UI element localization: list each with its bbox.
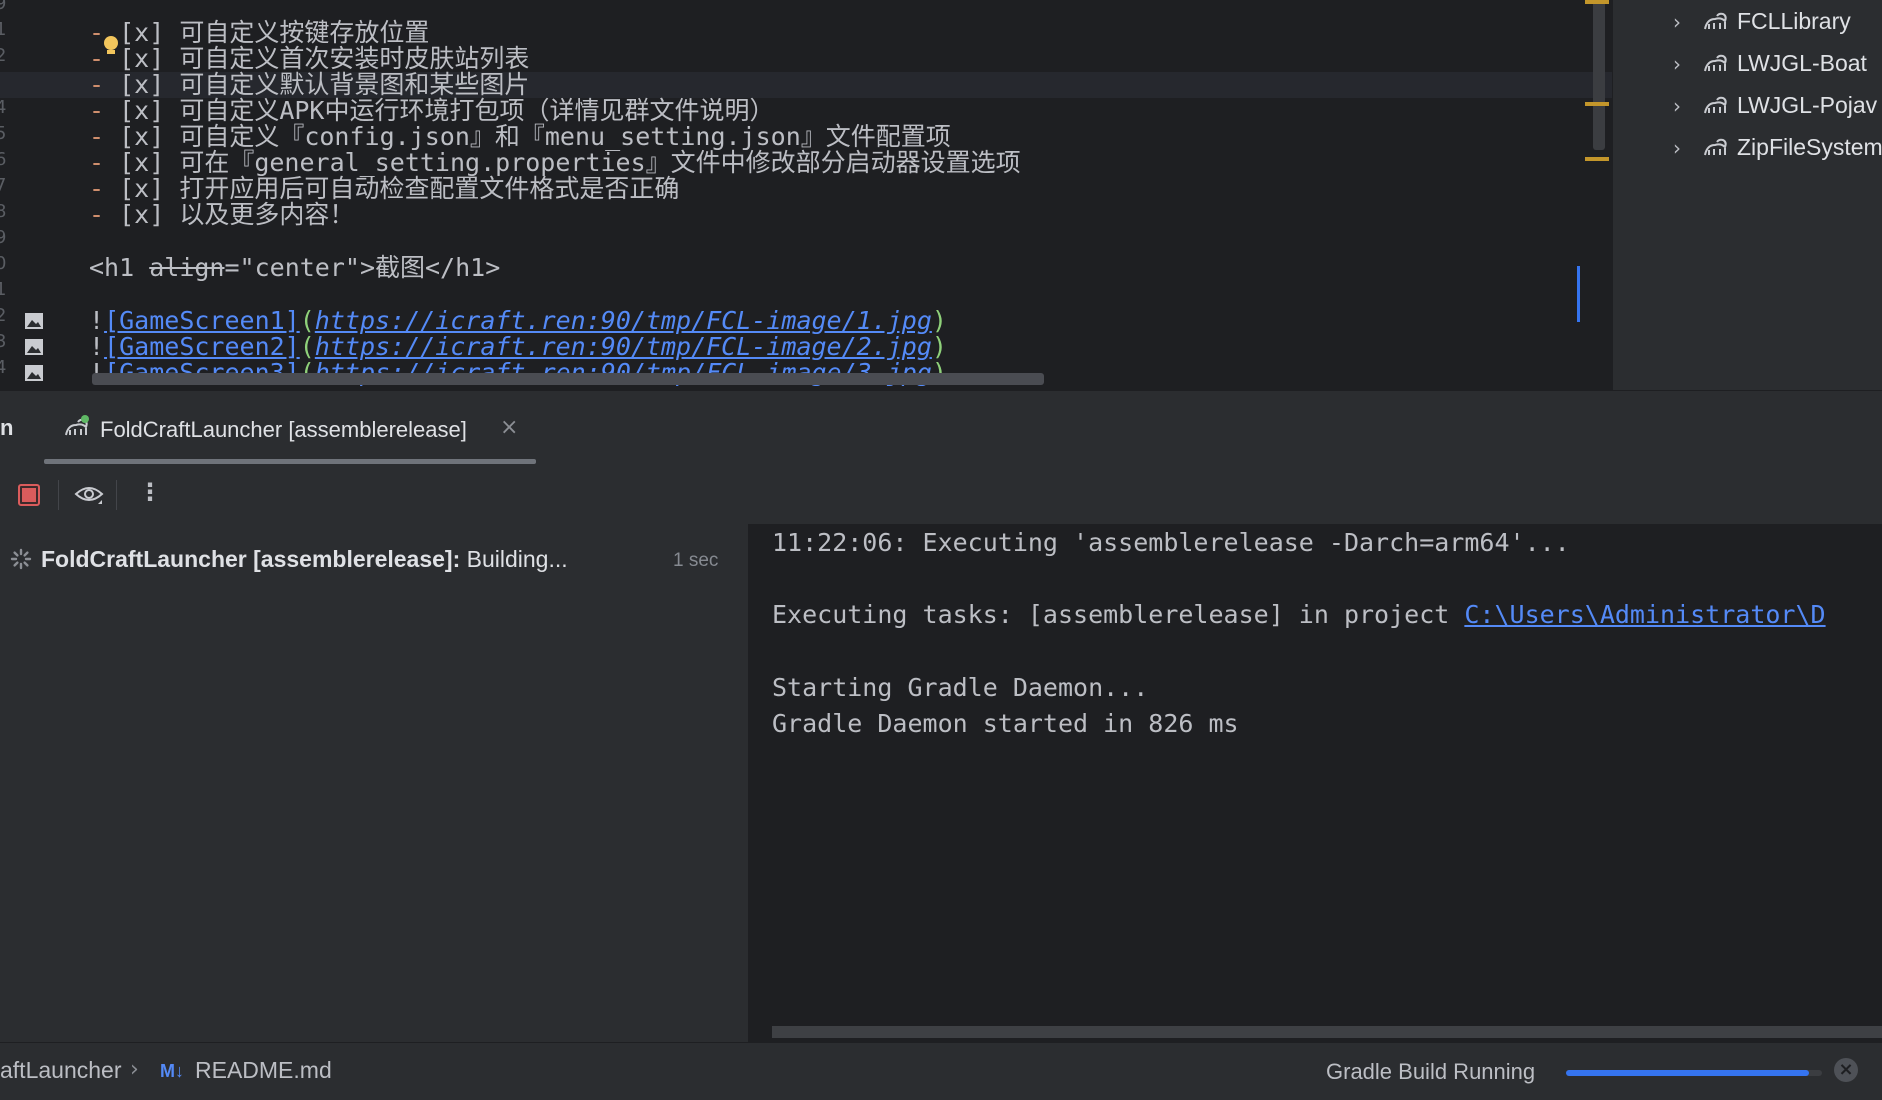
image-alt-link[interactable]: [GameScreen1] [104,306,300,335]
tree-item-label: LWJGL-Boat [1737,50,1867,76]
gradle-module-icon [1704,138,1727,156]
line-number: 2 [0,305,7,326]
line-number: 4 [0,357,7,378]
editor-gutter: 9 1 2 3 4 5 6 7 8 9 0 1 2 3 4 [0,0,80,390]
more-options-icon[interactable]: ⋮ [138,478,162,506]
code-editor[interactable]: 9 1 2 3 4 5 6 7 8 9 0 1 2 3 4 - [x] 可自定义… [0,0,1612,390]
gradle-run-icon [65,415,89,436]
build-elapsed-time: 1 sec [673,550,719,571]
console-line: Executing tasks: [assemblerelease] in pr… [772,600,1826,629]
code-line: - [x] 可自定义『config.json』和『menu_setting.js… [89,122,951,151]
code-line: - [x] 可自定义按键存放位置 [89,18,430,47]
tool-window-title: n [0,415,14,440]
breadcrumb-project[interactable]: aftLauncher [0,1057,121,1084]
caret-position-marker [1577,266,1580,322]
line-number: 0 [0,253,7,274]
image-link-line: ![GameScreen2](https://icraft.ren:90/tmp… [89,332,947,361]
image-alt-link[interactable]: [GameScreen2] [104,332,300,361]
line-number: 9 [0,0,7,14]
image-url-link[interactable]: https://icraft.ren:90/tmp/FCL-image/2.jp… [315,332,932,361]
loading-spinner-icon [10,548,32,570]
breadcrumb-separator: › [130,1057,139,1082]
markdown-file-icon: M↓ [160,1061,184,1081]
progress-bar-fill [1566,1070,1810,1076]
line-number: 8 [0,201,7,222]
gradle-module-icon [1704,54,1727,72]
background-task-label[interactable]: Gradle Build Running [1326,1059,1535,1085]
image-preview-icon[interactable] [24,312,44,330]
tab-foldcraftlauncher-assemblerelease[interactable]: FoldCraftLauncher [assemblerelease] × [62,405,538,455]
image-preview-icon[interactable] [24,364,44,382]
tree-item-lwjgl-boat[interactable]: › LWJGL-Boat [1613,42,1882,84]
image-url-link[interactable]: https://icraft.ren:90/tmp/FCL-image/1.jp… [315,306,932,335]
build-tree: FoldCraftLauncher [assemblerelease]: Bui… [0,524,749,1042]
gradle-module-icon [1704,96,1727,114]
line-number: 6 [0,149,7,170]
project-tree: › FCLLibrary › LWJGL-Boat › LWJGL-Pojav … [1612,0,1882,390]
chevron-right-icon[interactable]: › [1673,136,1681,160]
tree-item-lwjgl-pojav[interactable]: › LWJGL-Pojav [1613,84,1882,126]
editor-horizontal-scrollbar[interactable] [92,373,1044,385]
code-content[interactable]: - [x] 可自定义按键存放位置 - [x] 可自定义首次安装时皮肤站列表 - … [0,0,1612,390]
build-console[interactable]: 11:22:06: Executing 'assemblerelease -Da… [749,524,1882,1042]
code-line-h1: <h1 align="center">截图</h1> [89,253,501,282]
tree-item-fcllibrary[interactable]: › FCLLibrary [1613,0,1882,42]
warning-marker[interactable] [1585,157,1609,161]
build-status-text: FoldCraftLauncher [assemblerelease]: Bui… [41,546,568,572]
line-number: 1 [0,19,7,40]
console-line: Starting Gradle Daemon... [772,673,1149,702]
chevron-right-icon[interactable]: › [1673,94,1681,118]
warning-marker[interactable] [1585,102,1609,106]
code-line-current: - [x] 可自定义默认背景图和某些图片 [0,72,1612,98]
eye-icon[interactable] [74,482,104,508]
run-toolbar: ⋮ [0,464,1882,525]
tree-item-label: ZipFileSystem [1737,134,1882,160]
toolbar-divider [116,480,117,510]
code-line: - [x] 可自定义首次安装时皮肤站列表 [89,44,530,73]
warning-marker[interactable] [1585,0,1609,4]
tree-item-label: FCLLibrary [1737,8,1851,34]
tab-label: FoldCraftLauncher [assemblerelease] [100,417,467,442]
progress-bar[interactable] [1566,1070,1822,1076]
line-number: 1 [0,279,7,300]
code-line: - [x] 打开应用后可自动检查配置文件格式是否正确 [89,174,680,203]
gradle-module-icon [1704,12,1727,30]
tree-item-zipfilesystem[interactable]: › ZipFileSystem [1613,126,1882,168]
toolbar-divider [58,480,59,510]
console-line: 11:22:06: Executing 'assemblerelease -Da… [772,528,1570,557]
project-path-link[interactable]: C:\Users\Administrator\D [1464,600,1825,629]
tree-item-label: LWJGL-Pojav [1737,92,1878,118]
image-preview-icon[interactable] [24,338,44,356]
editor-vertical-scrollbar[interactable] [1593,0,1605,150]
line-number: 3 [0,331,7,352]
line-number: 9 [0,227,7,248]
build-tree-row[interactable]: FoldCraftLauncher [assemblerelease]: Bui… [0,538,748,578]
console-line: Gradle Daemon started in 826 ms [772,709,1239,738]
line-number: 4 [0,97,7,118]
chevron-right-icon[interactable]: › [1673,10,1681,34]
line-number: 2 [0,45,7,66]
console-horizontal-scrollbar[interactable] [772,1026,1882,1038]
stop-button[interactable] [18,484,40,506]
chevron-right-icon[interactable]: › [1673,52,1681,76]
code-line: - [x] 可自定义APK中运行环境打包项（详情见群文件说明） [89,96,775,125]
code-line: - [x] 可在『general_setting.properties』文件中修… [89,148,1021,177]
code-line: - [x] 以及更多内容！ [89,200,355,229]
line-number: 5 [0,123,7,144]
close-icon[interactable]: × [500,415,518,440]
image-link-line: ![GameScreen1](https://icraft.ren:90/tmp… [89,306,947,335]
run-tool-window-header: n FoldCraftLauncher [assemblerelease] × [0,390,1882,466]
cancel-task-button[interactable]: × [1834,1058,1858,1082]
line-number: 7 [0,175,7,196]
status-bar: aftLauncher › M↓ README.md Gradle Build … [0,1042,1882,1100]
breadcrumb-file[interactable]: README.md [195,1057,332,1084]
